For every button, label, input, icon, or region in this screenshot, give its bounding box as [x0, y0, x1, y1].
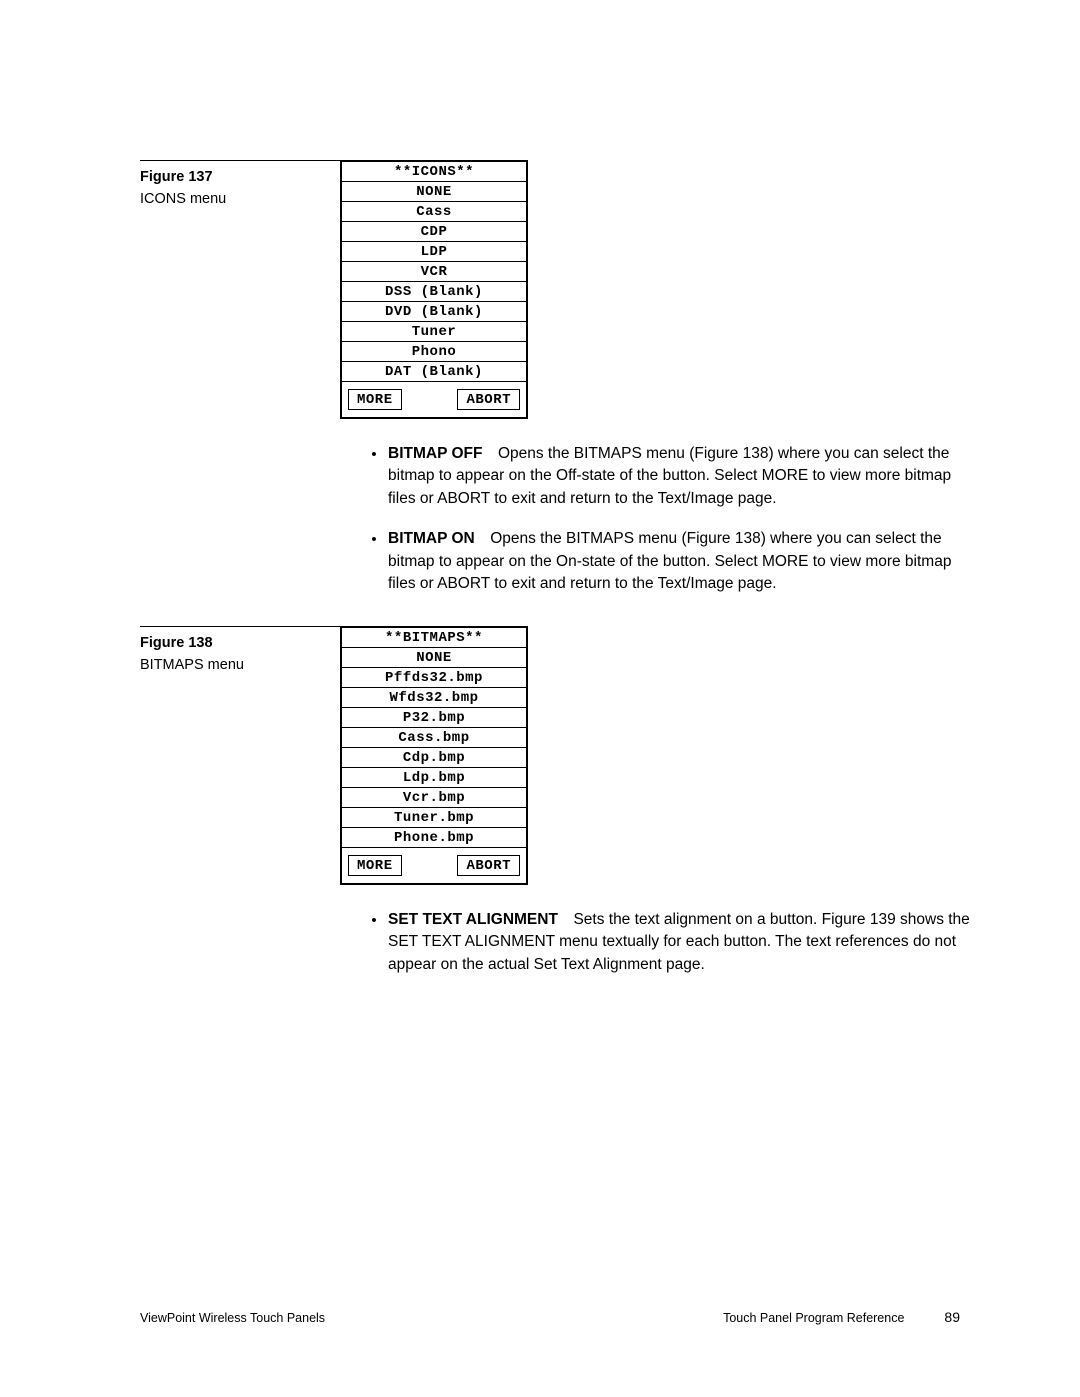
menu-item-cass[interactable]: Cass [342, 201, 526, 221]
bullet-text: BITMAP OFF Opens the BITMAPS menu (Figur… [388, 443, 980, 510]
menu-item-dvd[interactable]: DVD (Blank) [342, 301, 526, 321]
footer-left: ViewPoint Wireless Touch Panels [140, 1311, 325, 1325]
menu-item-cdp-bmp[interactable]: Cdp.bmp [342, 747, 526, 767]
menu-item-wfds32[interactable]: Wfds32.bmp [342, 687, 526, 707]
bullet-list-bitmap: • BITMAP OFF Opens the BITMAPS menu (Fig… [360, 443, 980, 596]
footer-section: Touch Panel Program Reference [723, 1311, 904, 1325]
menu-item-vcr[interactable]: VCR [342, 261, 526, 281]
menu-item-pffds32[interactable]: Pffds32.bmp [342, 667, 526, 687]
bullet-bitmap-off: • BITMAP OFF Opens the BITMAPS menu (Fig… [360, 443, 980, 510]
menu-item-phone-bmp[interactable]: Phone.bmp [342, 827, 526, 847]
bullet-text: SET TEXT ALIGNMENT Sets the text alignme… [388, 909, 980, 976]
bullet-bitmap-on: • BITMAP ON Opens the BITMAPS menu (Figu… [360, 528, 980, 595]
menu-item-phono[interactable]: Phono [342, 341, 526, 361]
more-button[interactable]: MORE [348, 389, 402, 410]
menu-item-ldp-bmp[interactable]: Ldp.bmp [342, 767, 526, 787]
menu-footer: MORE ABORT [342, 847, 526, 883]
page-number: 89 [944, 1309, 960, 1325]
page-footer: ViewPoint Wireless Touch Panels Touch Pa… [140, 1309, 960, 1325]
menu-item-vcr-bmp[interactable]: Vcr.bmp [342, 787, 526, 807]
bitmaps-menu: **BITMAPS** NONE Pffds32.bmp Wfds32.bmp … [340, 626, 528, 885]
menu-title: **ICONS** [342, 162, 526, 181]
figure-description: ICONS menu [140, 191, 330, 207]
bullet-icon: • [360, 443, 388, 510]
figure-number: Figure 138 [140, 635, 330, 651]
menu-item-none[interactable]: NONE [342, 647, 526, 667]
abort-button[interactable]: ABORT [457, 855, 520, 876]
menu-item-cdp[interactable]: CDP [342, 221, 526, 241]
figure-138-block: Figure 138 BITMAPS menu **BITMAPS** NONE… [140, 626, 960, 885]
figure-137-block: Figure 137 ICONS menu **ICONS** NONE Cas… [140, 160, 960, 419]
menu-item-cass-bmp[interactable]: Cass.bmp [342, 727, 526, 747]
page-content: Figure 137 ICONS menu **ICONS** NONE Cas… [140, 160, 960, 1006]
abort-button[interactable]: ABORT [457, 389, 520, 410]
menu-title: **BITMAPS** [342, 628, 526, 647]
figure-description: BITMAPS menu [140, 657, 330, 673]
menu-item-none[interactable]: NONE [342, 181, 526, 201]
menu-item-p32[interactable]: P32.bmp [342, 707, 526, 727]
bullet-list-alignment: • SET TEXT ALIGNMENT Sets the text align… [360, 909, 980, 976]
menu-item-dss[interactable]: DSS (Blank) [342, 281, 526, 301]
bullet-set-text-alignment: • SET TEXT ALIGNMENT Sets the text align… [360, 909, 980, 976]
bullet-icon: • [360, 528, 388, 595]
menu-item-dat[interactable]: DAT (Blank) [342, 361, 526, 381]
figure-138-caption: Figure 138 BITMAPS menu [140, 626, 340, 885]
menu-item-ldp[interactable]: LDP [342, 241, 526, 261]
figure-number: Figure 137 [140, 169, 330, 185]
icons-menu: **ICONS** NONE Cass CDP LDP VCR DSS (Bla… [340, 160, 528, 419]
figure-137-caption: Figure 137 ICONS menu [140, 160, 340, 419]
bullet-icon: • [360, 909, 388, 976]
menu-footer: MORE ABORT [342, 381, 526, 417]
bullet-text: BITMAP ON Opens the BITMAPS menu (Figure… [388, 528, 980, 595]
menu-item-tuner[interactable]: Tuner [342, 321, 526, 341]
more-button[interactable]: MORE [348, 855, 402, 876]
menu-item-tuner-bmp[interactable]: Tuner.bmp [342, 807, 526, 827]
